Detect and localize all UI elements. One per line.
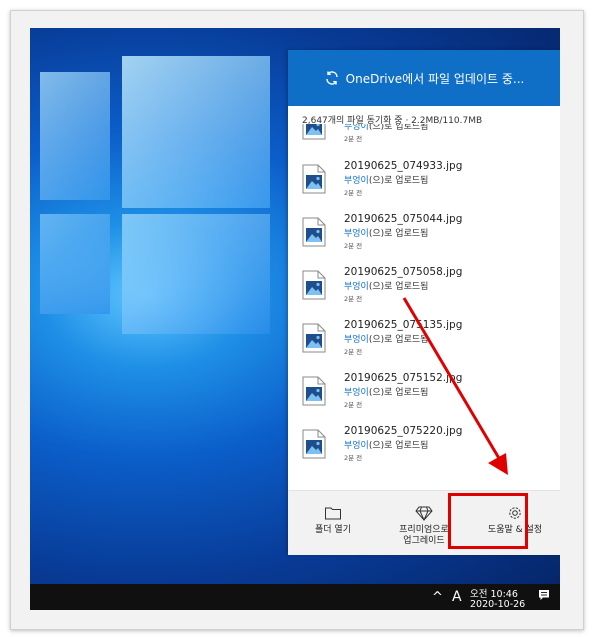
highlight-box	[448, 493, 528, 549]
open-folder-button[interactable]: 폴더 열기	[288, 491, 378, 555]
upload-action: (으)로 업로드됨	[368, 176, 429, 186]
taskbar: ^ A 오전 10:46 2020-10-26	[30, 584, 560, 610]
image-file-icon	[302, 164, 326, 194]
user-name: 부엉이	[344, 229, 369, 239]
upload-description: 부엉이(으)로 업로드됨	[344, 385, 428, 398]
upload-time: 2분 전	[344, 454, 363, 462]
file-name: 20190625_075044.jpg	[344, 213, 463, 225]
upload-action: (으)로 업로드됨	[368, 124, 429, 132]
image-file-icon	[302, 429, 326, 459]
activity-item[interactable]: 20190625_074933.jpg 부엉이(으)로 업로드됨 2분 전	[302, 160, 552, 212]
file-name: 20190625_074933.jpg	[344, 160, 463, 172]
folder-icon	[325, 507, 341, 520]
upload-description: 부엉이(으)로 업로드됨	[344, 438, 428, 451]
diamond-icon	[415, 506, 433, 521]
upload-time: 2분 전	[344, 348, 363, 356]
wallpaper-pane	[122, 214, 270, 334]
user-name: 부엉이	[344, 124, 369, 132]
taskbar-date[interactable]: 2020-10-26	[470, 599, 525, 610]
upload-time: 2분 전	[344, 401, 363, 409]
upload-action: (으)로 업로드됨	[368, 229, 429, 239]
upload-description: 부엉이(으)로 업로드됨	[344, 226, 428, 239]
upload-description: 부엉이(으)로 업로드됨	[344, 279, 428, 292]
file-name: 20190625_075220.jpg	[344, 425, 463, 437]
wallpaper-pane	[40, 72, 110, 200]
file-name: 20190625_075135.jpg	[344, 319, 463, 331]
image-file-icon	[302, 270, 326, 300]
upload-description: 부엉이(으)로 업로드됨	[344, 173, 428, 186]
onedrive-title: OneDrive에서 파일 업데이트 중...	[345, 71, 525, 86]
show-hidden-icons-button[interactable]: ^	[432, 590, 443, 605]
upload-time: 2분 전	[344, 295, 363, 303]
activity-item[interactable]: 20190625_075152.jpg 부엉이(으)로 업로드됨 2분 전	[302, 372, 552, 424]
user-name: 부엉이	[344, 176, 369, 186]
file-name: 20190625_075058.jpg	[344, 266, 463, 278]
file-name: 20190625_075152.jpg	[344, 372, 463, 384]
sync-icon	[325, 71, 338, 85]
onedrive-header: OneDrive에서 파일 업데이트 중...	[288, 50, 560, 106]
image-file-icon	[302, 376, 326, 406]
image-file-icon	[302, 124, 326, 140]
user-name: 부엉이	[344, 441, 369, 451]
activity-item[interactable]: 20190625_075058.jpg 부엉이(으)로 업로드됨 2분 전	[302, 266, 552, 318]
upload-time: 2분 전	[344, 135, 363, 143]
upload-description: 부엉이(으)로 업로드됨	[344, 124, 428, 132]
upload-description: 부엉이(으)로 업로드됨	[344, 332, 428, 345]
upload-time: 2분 전	[344, 242, 363, 250]
image-file-icon	[302, 323, 326, 353]
activity-list: 부엉이(으)로 업로드됨 2분 전 20190625_074933.jpg 부엉…	[288, 124, 560, 486]
upload-action: (으)로 업로드됨	[368, 388, 429, 398]
wallpaper-pane	[122, 56, 270, 208]
upload-action: (으)로 업로드됨	[368, 335, 429, 345]
user-name: 부엉이	[344, 388, 369, 398]
user-name: 부엉이	[344, 282, 369, 292]
upload-time: 2분 전	[344, 189, 363, 197]
user-name: 부엉이	[344, 335, 369, 345]
wallpaper-pane	[40, 214, 110, 314]
image-file-icon	[302, 217, 326, 247]
input-method-indicator[interactable]: A	[452, 589, 462, 605]
upload-action: (으)로 업로드됨	[368, 282, 429, 292]
onedrive-flyout: OneDrive에서 파일 업데이트 중... 2,647개의 파일 동기화 중…	[288, 50, 560, 555]
open-folder-label: 폴더 열기	[315, 525, 351, 535]
activity-item[interactable]: 20190625_075220.jpg 부엉이(으)로 업로드됨 2분 전	[302, 425, 552, 477]
activity-item[interactable]: 20190625_075044.jpg 부엉이(으)로 업로드됨 2분 전	[302, 213, 552, 265]
activity-item[interactable]: 부엉이(으)로 업로드됨 2분 전	[302, 124, 552, 158]
activity-item[interactable]: 20190625_075135.jpg 부엉이(으)로 업로드됨 2분 전	[302, 319, 552, 371]
taskbar-time[interactable]: 오전 10:46	[470, 586, 518, 600]
notification-icon[interactable]	[538, 589, 550, 601]
upload-action: (으)로 업로드됨	[368, 441, 429, 451]
